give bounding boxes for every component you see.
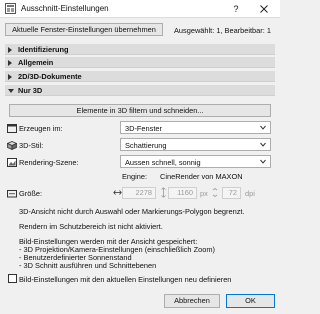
- redefine-checkbox[interactable]: [8, 274, 17, 283]
- section-label: Nur 3D: [18, 86, 43, 95]
- expand-arrow-icon: [8, 47, 12, 53]
- close-icon[interactable]: [257, 2, 271, 16]
- groesse-label: Größe:: [19, 189, 42, 198]
- chevron-down-icon: [260, 125, 266, 130]
- title-bar: Ausschnitt-Einstellungen ?: [0, 0, 280, 18]
- rendering-label: Rendering-Szene:: [19, 158, 79, 167]
- apply-current-settings-button[interactable]: Aktuelle Fenster-Einstellungen übernehme…: [5, 23, 163, 36]
- ok-button[interactable]: OK: [226, 294, 275, 308]
- section-allgemein[interactable]: Allgemein: [5, 57, 275, 68]
- px-unit: px: [200, 189, 208, 198]
- collapse-arrow-icon: [8, 89, 14, 93]
- link-arrows-icon: [212, 188, 218, 197]
- width-input[interactable]: 2278: [122, 187, 156, 199]
- filter-elements-button[interactable]: Elemente in 3D filtern und schneiden...: [9, 104, 271, 117]
- size-icon: [7, 190, 17, 198]
- section-identifizierung[interactable]: Identifizierung: [5, 44, 275, 55]
- cancel-button[interactable]: Abbrechen: [164, 294, 220, 308]
- info-saved-item: - 3D Schnitt ausführen und Schnittebenen: [19, 261, 157, 270]
- section-2d3d-dokumente[interactable]: 2D/3D-Dokumente: [5, 71, 275, 82]
- help-button[interactable]: ?: [229, 3, 243, 15]
- section-label: Allgemein: [18, 58, 54, 67]
- rendering-icon: [7, 158, 17, 167]
- section-nur-3d[interactable]: Nur 3D: [5, 85, 275, 96]
- width-arrows-icon: [113, 190, 122, 195]
- 3d-style-icon: [7, 141, 17, 150]
- selection-info: Ausgewählt: 1, Bearbeitbar: 1: [174, 26, 271, 35]
- rendering-select[interactable]: Aussen schnell, sonnig: [120, 155, 271, 168]
- chevron-down-icon: [260, 142, 266, 147]
- window-title: Ausschnitt-Einstellungen: [21, 4, 109, 13]
- expand-arrow-icon: [8, 60, 12, 66]
- redefine-checkbox-label[interactable]: Bild-Einstellungen mit den aktuellen Ein…: [19, 275, 231, 284]
- expand-arrow-icon: [8, 74, 12, 80]
- erzeugen-label: Erzeugen im:: [19, 124, 63, 133]
- window-icon: [7, 124, 17, 133]
- dpi-unit: dpi: [245, 189, 255, 198]
- stil-label: 3D-Stil:: [19, 141, 44, 150]
- height-arrows-icon: [161, 187, 166, 198]
- info-marquee: 3D-Ansicht nicht durch Auswahl oder Mark…: [19, 207, 245, 216]
- stil-value: Schattierung: [125, 141, 167, 150]
- stil-select[interactable]: Schattierung: [120, 138, 271, 151]
- erzeugen-value: 3D-Fenster: [125, 124, 162, 133]
- section-label: Identifizierung: [18, 45, 69, 54]
- rendering-value: Aussen schnell, sonnig: [125, 158, 201, 167]
- view-settings-icon: [5, 3, 16, 14]
- section-label: 2D/3D-Dokumente: [18, 72, 82, 81]
- info-render: Rendern im Schutzbereich ist nicht aktiv…: [19, 222, 163, 231]
- height-input[interactable]: 1160: [168, 187, 197, 199]
- engine-label: Engine:: [122, 172, 148, 181]
- dpi-input[interactable]: 72: [222, 187, 241, 199]
- engine-value: CineRender von MAXON: [160, 172, 243, 181]
- chevron-down-icon: [260, 159, 266, 164]
- erzeugen-select[interactable]: 3D-Fenster: [120, 121, 271, 134]
